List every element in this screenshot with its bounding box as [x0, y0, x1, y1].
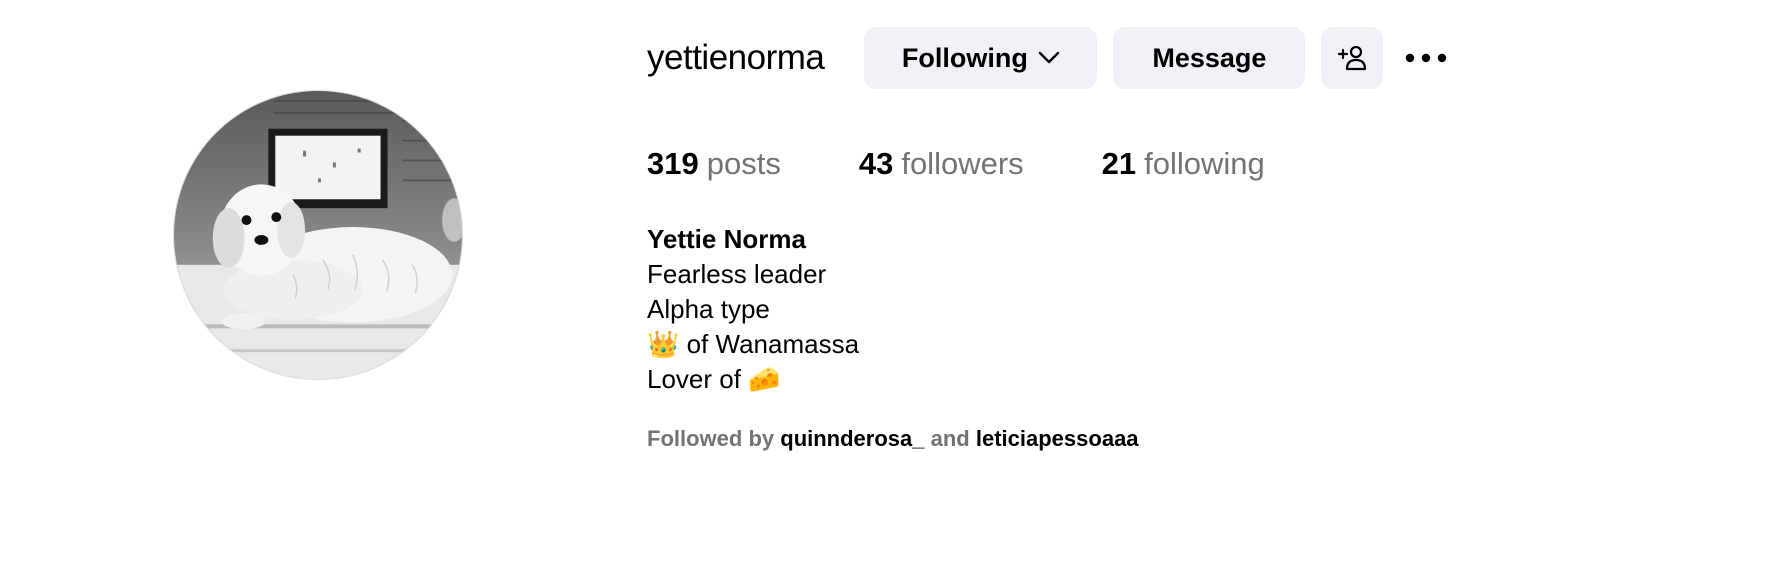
profile-full-name: Yettie Norma	[647, 224, 806, 254]
followed-by-conjunction: and	[930, 426, 970, 451]
followed-by-prefix: Followed by	[647, 426, 775, 451]
suggest-similar-button[interactable]	[1321, 27, 1384, 89]
message-button[interactable]: Message	[1113, 27, 1306, 89]
following-stat-link[interactable]: 21 following	[1102, 146, 1265, 182]
followers-stat-link[interactable]: 43 followers	[859, 146, 1024, 182]
bio-line: Lover of 🧀	[647, 364, 781, 394]
followed-by[interactable]: Followed by quinnderosa_ and leticiapess…	[647, 424, 1139, 454]
add-user-icon	[1338, 45, 1367, 71]
followed-by-account-link[interactable]: quinnderosa_	[780, 426, 924, 451]
bio-line: 👑 of Wanamassa	[647, 329, 860, 359]
following-button-label: Following	[901, 42, 1028, 73]
dog-photo-avatar-icon	[174, 91, 462, 379]
posts-label: posts	[706, 146, 781, 181]
profile-username: yettienorma	[647, 38, 825, 77]
following-count: 21	[1101, 146, 1137, 181]
followed-by-account-link[interactable]: leticiapessoaaa	[976, 426, 1139, 451]
profile-header: yettienorma Following Message	[647, 27, 1457, 89]
more-options-icon	[1406, 53, 1447, 63]
followers-count: 43	[858, 146, 894, 181]
more-options-button[interactable]	[1395, 27, 1457, 89]
followers-label: followers	[901, 146, 1024, 181]
following-label: following	[1144, 146, 1265, 181]
posts-stat: 319 posts	[647, 146, 781, 182]
profile-page: yettienorma Following Message 319 posts …	[0, 0, 1782, 561]
profile-avatar[interactable]	[173, 90, 463, 380]
chevron-down-icon	[1038, 51, 1060, 64]
profile-bio: Yettie Norma Fearless leader Alpha type …	[647, 222, 859, 397]
bio-line: Alpha type	[647, 294, 770, 324]
profile-stats: 319 posts 43 followers 21 following	[647, 140, 1265, 188]
message-button-label: Message	[1152, 42, 1267, 73]
posts-count: 319	[647, 146, 699, 181]
following-button[interactable]: Following	[864, 27, 1098, 89]
bio-line: Fearless leader	[647, 259, 827, 289]
